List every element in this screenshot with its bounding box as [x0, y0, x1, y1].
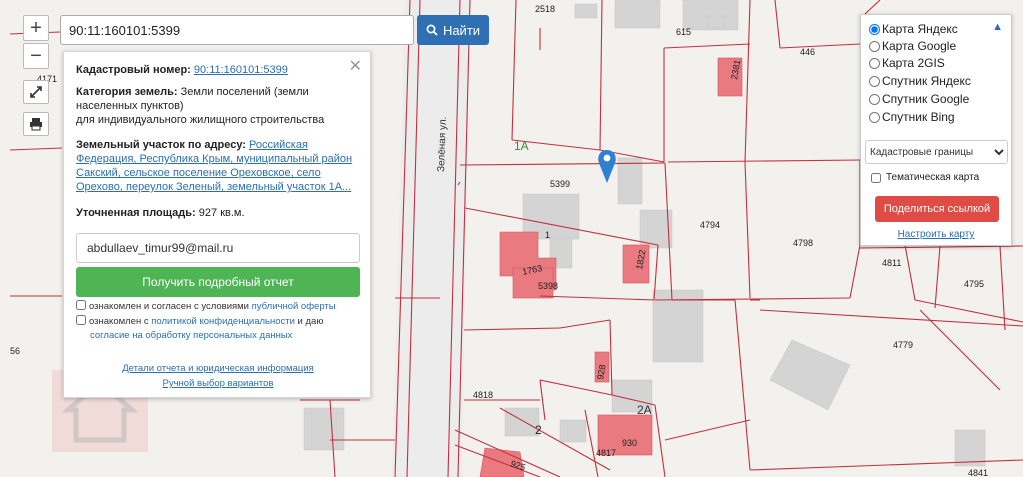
- public-offer-link[interactable]: публичной оферты: [252, 301, 336, 312]
- layer-option[interactable]: Карта Яндекс: [869, 22, 958, 36]
- layer-option-label: Спутник Яндекс: [882, 74, 971, 88]
- privacy-policy-link[interactable]: политикой конфиденциальности: [151, 316, 295, 327]
- address-label: Земельный участок по адресу:: [76, 139, 246, 151]
- privacy-consent-checkbox[interactable]: [76, 315, 86, 325]
- layer-option-label: Карта Google: [882, 39, 957, 53]
- thematic-map-toggle[interactable]: Тематическая карта: [871, 172, 979, 183]
- map-label: 2518: [535, 4, 555, 14]
- layer-radio[interactable]: [869, 93, 880, 105]
- map-label: 5399: [550, 179, 570, 189]
- land-category-label: Категория земель:: [76, 86, 178, 98]
- offer-consent: ознакомлен и согласен с условиями публич…: [76, 300, 366, 314]
- cadastral-number-label: Кадастровый номер:: [76, 64, 191, 76]
- layer-option-label: Спутник Google: [882, 92, 970, 106]
- layer-option[interactable]: Спутник Bing: [869, 110, 955, 124]
- map-label: 4795: [964, 279, 984, 289]
- layer-radio[interactable]: [869, 23, 880, 35]
- layer-option[interactable]: Спутник Google: [869, 92, 969, 106]
- layer-radio[interactable]: [869, 57, 880, 69]
- address-link[interactable]: Российская: [249, 139, 308, 151]
- layer-option[interactable]: Спутник Яндекс: [869, 74, 971, 88]
- privacy-consent-text-2: и даю: [294, 316, 324, 327]
- layer-option-label: Карта Яндекс: [882, 22, 958, 36]
- get-report-button[interactable]: Получить подробный отчет: [76, 267, 360, 297]
- map-label: 4798: [793, 238, 813, 248]
- layer-radio[interactable]: [869, 111, 880, 123]
- map-label: 4841: [968, 468, 988, 477]
- offer-consent-checkbox[interactable]: [76, 300, 86, 310]
- print-icon: [30, 118, 42, 131]
- address-link[interactable]: Федерация, Республика Крым, муниципальны…: [76, 153, 352, 165]
- map-label: 2А: [637, 403, 652, 417]
- map-label: 2: [535, 423, 542, 437]
- layer-radio[interactable]: [869, 40, 880, 52]
- map-label: 4817: [596, 448, 616, 458]
- offer-consent-text: ознакомлен и согласен с условиями: [89, 301, 252, 312]
- setup-map-link[interactable]: Настроить карту: [861, 229, 1011, 240]
- search-button-label: Найти: [442, 22, 481, 38]
- layer-option-label: Карта 2GIS: [882, 56, 945, 70]
- map-label: 1: [545, 230, 550, 240]
- zoom-out-button[interactable]: −: [23, 43, 49, 69]
- thematic-map-label: Тематическая карта: [886, 172, 980, 183]
- map-label: 4818: [473, 390, 493, 400]
- email-field[interactable]: [76, 233, 360, 263]
- personal-data-consent-link[interactable]: согласие на обработку персональных данны…: [90, 330, 292, 341]
- map-label: 1А: [514, 139, 529, 153]
- expand-icon: [30, 86, 42, 98]
- print-button[interactable]: [23, 112, 49, 136]
- map-label: 446: [800, 47, 815, 57]
- cadastral-number-row: Кадастровый номер: 90:11:160101:5399: [76, 63, 361, 77]
- area-value: 927 кв.м.: [198, 207, 245, 219]
- map-label: 930: [622, 438, 637, 448]
- layer-panel: ▲ Карта Яндекс Карта Google Карта 2GIS С…: [860, 14, 1012, 246]
- map-label: 4811: [882, 258, 901, 268]
- land-use-value: для индивидуального жилищного строительс…: [76, 114, 325, 126]
- collapse-chevron-icon[interactable]: ▲: [992, 21, 1003, 33]
- address-link[interactable]: Орехово, переулок Зеленый, земельный уча…: [76, 181, 351, 193]
- map-label: 4779: [893, 340, 913, 350]
- map-label: 56: [10, 346, 20, 356]
- thematic-map-checkbox[interactable]: [871, 172, 881, 183]
- street-label: Зелёная ул.: [436, 116, 449, 172]
- layer-option[interactable]: Карта 2GIS: [869, 56, 945, 70]
- privacy-consent-text: ознакомлен с: [89, 316, 152, 327]
- cadastral-number-link[interactable]: 90:11:160101:5399: [194, 64, 288, 76]
- map-label: 615: [676, 27, 691, 37]
- search-button[interactable]: Найти: [417, 15, 489, 45]
- area-row: Уточненная площадь: 927 кв.м.: [76, 206, 361, 220]
- parcel-info-popup: ✕ Кадастровый номер: 90:11:160101:5399 К…: [63, 51, 371, 398]
- manual-selection-link[interactable]: Ручной выбор вариантов: [64, 378, 372, 389]
- map-label: 4794: [700, 220, 720, 230]
- privacy-consent: ознакомлен с политикой конфиденциальност…: [76, 315, 366, 343]
- fullscreen-button[interactable]: [23, 80, 49, 104]
- layer-radio[interactable]: [869, 75, 880, 87]
- search-input[interactable]: [60, 15, 414, 45]
- layer-option[interactable]: Карта Google: [869, 39, 956, 53]
- share-link-button[interactable]: Поделиться ссылкой: [875, 196, 999, 222]
- address-link[interactable]: Сакский, сельское поселение Ореховское, …: [76, 167, 321, 179]
- map-label: 5398: [538, 281, 558, 291]
- zoom-in-button[interactable]: +: [23, 15, 49, 41]
- report-details-link[interactable]: Детали отчета и юридическая информация: [64, 363, 372, 374]
- land-category-row: Категория земель: Земли поселений (земли…: [76, 85, 361, 127]
- cadastral-layer-select[interactable]: Кадастровые границы: [865, 140, 1008, 164]
- search-icon: [426, 24, 438, 36]
- layer-option-label: Спутник Bing: [882, 110, 955, 124]
- address-row: Земельный участок по адресу: Российская …: [76, 138, 361, 194]
- area-label: Уточненная площадь:: [76, 207, 196, 219]
